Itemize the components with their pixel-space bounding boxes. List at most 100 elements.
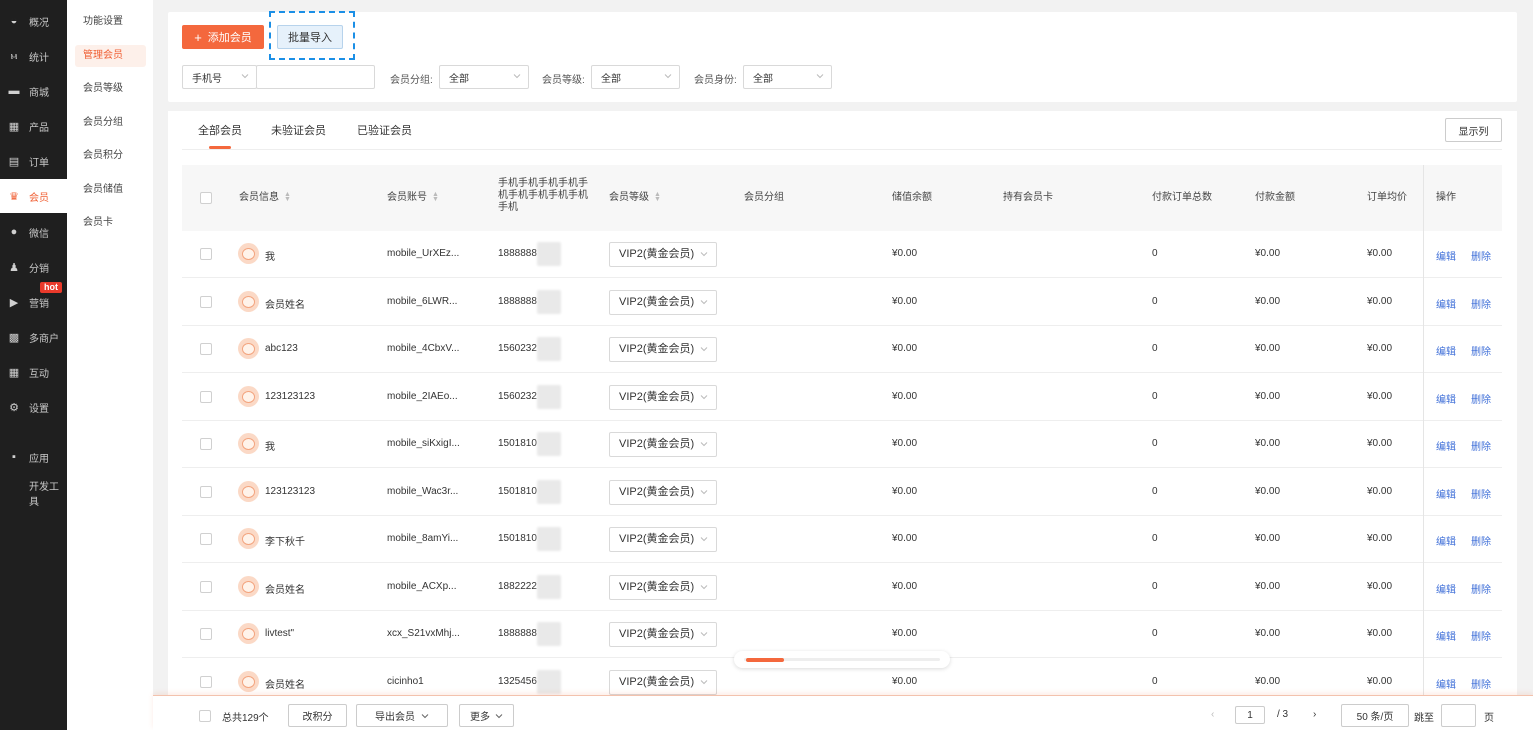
sidebar-item-7[interactable]: ♟ 分销 (0, 250, 67, 284)
row-checkbox[interactable] (200, 295, 212, 308)
member-name[interactable]: 李下秋千 (265, 533, 305, 548)
phone-mask (537, 242, 561, 266)
member-level-select[interactable]: VIP2(黄金会员) (609, 432, 717, 457)
delete-link[interactable]: 删除 (1471, 296, 1491, 311)
row-checkbox[interactable] (200, 675, 212, 688)
next-page-icon[interactable]: › (1313, 709, 1316, 720)
column-header-level[interactable]: 会员等级 ▲ ▼ (609, 191, 661, 204)
sidebar-item-11[interactable]: ⚙ 设置 (0, 390, 67, 424)
sidebar-item-5[interactable]: ♛ 会员 (0, 179, 67, 213)
column-header-account[interactable]: 会员账号 ▲ ▼ (387, 191, 439, 204)
sidebar-item-10[interactable]: ▦ 互动 (0, 355, 67, 389)
row-checkbox[interactable] (200, 390, 212, 403)
select-all-checkbox[interactable] (200, 192, 212, 204)
scrollbar-thumb[interactable] (746, 658, 784, 662)
member-name[interactable]: 会员姓名 (265, 676, 305, 691)
row-checkbox[interactable] (200, 438, 212, 450)
tab-all-members[interactable]: 全部会员 (198, 122, 242, 138)
sidebar-item-13[interactable]: 开发工具 (0, 476, 67, 510)
phone-search-input[interactable] (256, 65, 375, 89)
delete-link[interactable]: 删除 (1471, 391, 1491, 406)
horizontal-scrollbar[interactable] (734, 651, 950, 668)
member-level-select[interactable]: VIP2(黄金会员) (609, 384, 717, 410)
member-name[interactable]: abc123 (265, 343, 298, 354)
level-filter-select[interactable]: 全部 (591, 65, 680, 89)
submenu-item-2[interactable]: 会员等级 (75, 78, 146, 100)
row-checkbox[interactable] (200, 580, 212, 593)
footer-select-all-checkbox[interactable] (199, 710, 211, 722)
member-account: mobile_2IAEo... (387, 390, 458, 402)
batch-import-button[interactable]: 批量导入 (277, 25, 343, 49)
settings-icon: ⚙ (9, 401, 19, 414)
delete-link[interactable]: 删除 (1471, 581, 1491, 596)
column-header-member-info[interactable]: 会员信息 ▲ ▼ (239, 191, 291, 204)
member-name[interactable]: 会员姓名 (265, 581, 305, 596)
edit-link[interactable]: 编辑 (1436, 581, 1456, 596)
sidebar-item-4[interactable]: ▤ 订单 (0, 144, 67, 178)
edit-link[interactable]: 编辑 (1436, 486, 1456, 501)
sidebar-item-0[interactable]: ◒ 概况 (0, 4, 67, 38)
edit-link[interactable]: 编辑 (1436, 296, 1456, 311)
export-members-button[interactable]: 导出会员 (356, 704, 448, 727)
member-name[interactable]: 我 (265, 438, 275, 453)
delete-link[interactable]: 删除 (1471, 486, 1491, 501)
member-level-select[interactable]: VIP2(黄金会员) (609, 289, 717, 315)
row-checkbox[interactable] (200, 248, 212, 260)
member-name[interactable]: 会员姓名 (265, 296, 305, 311)
member-level-select[interactable]: VIP2(黄金会员) (609, 337, 717, 362)
submenu-item-3[interactable]: 会员分组 (75, 112, 146, 134)
member-account: mobile_4CbxV... (387, 343, 460, 354)
add-member-button[interactable]: + 添加会员 (182, 25, 264, 49)
submenu-item-0[interactable]: 功能设置 (75, 11, 146, 33)
submenu-item-6[interactable]: 会员卡 (75, 212, 146, 234)
delete-link[interactable]: 删除 (1471, 533, 1491, 548)
sidebar-item-3[interactable]: ▦ 产品 (0, 109, 67, 143)
member-level-select[interactable]: VIP2(黄金会员) (609, 479, 717, 505)
member-name[interactable]: 123123123 (265, 486, 315, 497)
member-name[interactable]: livtest" (265, 628, 294, 639)
sidebar-item-9[interactable]: ▩ 多商户 (0, 320, 67, 354)
change-points-button[interactable]: 改积分 (288, 704, 347, 727)
submenu-item-1[interactable]: 管理会员 (75, 45, 146, 67)
sidebar-item-2[interactable]: ▬ 商城 (0, 74, 67, 108)
member-level-select[interactable]: VIP2(黄金会员) (609, 669, 717, 695)
more-actions-button[interactable]: 更多 (459, 704, 514, 727)
member-name[interactable]: 我 (265, 248, 275, 263)
sidebar-item-12[interactable]: ▪ 应用 (0, 440, 67, 474)
row-checkbox[interactable] (200, 628, 212, 640)
edit-link[interactable]: 编辑 (1436, 628, 1456, 643)
edit-link[interactable]: 编辑 (1436, 248, 1456, 263)
edit-link[interactable]: 编辑 (1436, 438, 1456, 453)
member-level-select[interactable]: VIP2(黄金会员) (609, 242, 717, 267)
current-page-input[interactable]: 1 (1235, 706, 1265, 724)
jump-page-input[interactable] (1441, 704, 1476, 727)
page-size-select[interactable]: 50 条/页 (1341, 704, 1409, 727)
delete-link[interactable]: 删除 (1471, 248, 1491, 263)
edit-link[interactable]: 编辑 (1436, 676, 1456, 691)
member-level-select[interactable]: VIP2(黄金会员) (609, 527, 717, 552)
row-checkbox[interactable] (200, 485, 212, 498)
group-filter-select[interactable]: 全部 (439, 65, 529, 89)
member-level-select[interactable]: VIP2(黄金会员) (609, 622, 717, 647)
edit-link[interactable]: 编辑 (1436, 391, 1456, 406)
delete-link[interactable]: 删除 (1471, 343, 1491, 358)
edit-link[interactable]: 编辑 (1436, 343, 1456, 358)
phone-type-select[interactable]: 手机号 (182, 65, 257, 89)
delete-link[interactable]: 删除 (1471, 438, 1491, 453)
tab-unverified-members[interactable]: 未验证会员 (271, 122, 326, 138)
submenu-item-5[interactable]: 会员储值 (75, 179, 146, 201)
row-checkbox[interactable] (200, 343, 212, 355)
sidebar-item-1[interactable]: ⲙ 统计 (0, 39, 67, 73)
delete-link[interactable]: 删除 (1471, 628, 1491, 643)
row-checkbox[interactable] (200, 533, 212, 545)
edit-link[interactable]: 编辑 (1436, 533, 1456, 548)
identity-filter-select[interactable]: 全部 (743, 65, 832, 89)
tab-verified-members[interactable]: 已验证会员 (357, 122, 412, 138)
member-level-select[interactable]: VIP2(黄金会员) (609, 574, 717, 600)
member-name[interactable]: 123123123 (265, 391, 315, 402)
prev-page-icon[interactable]: ‹ (1211, 709, 1214, 720)
delete-link[interactable]: 删除 (1471, 676, 1491, 691)
sidebar-item-6[interactable]: ● 微信 (0, 215, 67, 249)
submenu-item-4[interactable]: 会员积分 (75, 145, 146, 167)
show-columns-button[interactable]: 显示列 (1445, 118, 1502, 142)
